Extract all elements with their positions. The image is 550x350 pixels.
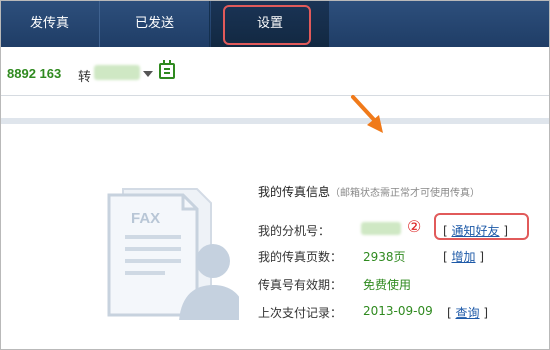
fax-number: 8892 163 — [7, 66, 62, 81]
add-link-wrap: [ 增加 ] — [443, 250, 485, 264]
fax-settings-window: 发传真 已发送 设置 ① 8892 163 转 FAX 我的传真信息（邮箱 — [0, 0, 550, 350]
tab-sent[interactable]: 已发送 — [99, 1, 210, 47]
arrow-icon — [351, 95, 383, 133]
divider — [1, 95, 549, 96]
extension-value-blurred — [361, 222, 401, 235]
tab-send-fax[interactable]: 发传真 — [1, 1, 98, 47]
pages-label: 我的传真页数： — [258, 250, 343, 264]
info-title: 我的传真信息 — [258, 185, 331, 199]
last-payment-value: 2013-09-09 — [363, 304, 433, 318]
validity-value: 免费使用 — [363, 278, 412, 292]
transfer-label: 转 — [78, 70, 92, 85]
last-payment-label: 上次支付记录： — [258, 306, 343, 320]
calendar-icon[interactable] — [159, 60, 175, 79]
validity-label: 传真号有效期： — [258, 278, 343, 292]
notify-friend-link[interactable]: 通知好友 — [452, 224, 500, 238]
query-link[interactable]: 查询 — [456, 306, 480, 320]
divider-band — [1, 118, 549, 124]
fax-number-row: 8892 163 转 — [1, 47, 549, 95]
pages-value: 2938页 — [363, 250, 406, 264]
info-panel-title: 我的传真信息（邮箱状态需正常才可使用传真） — [258, 183, 480, 200]
notify-friend-link-wrap: [ 通知好友 ] — [443, 224, 509, 238]
add-link[interactable]: 增加 — [452, 250, 476, 264]
fax-doc-label: FAX — [131, 210, 160, 227]
settings-tab-highlight — [223, 5, 311, 45]
dropdown-arrow-icon[interactable] — [143, 71, 153, 77]
step-2-marker: ② — [407, 217, 422, 236]
info-note: （邮箱状态需正常才可使用传真） — [330, 188, 481, 199]
query-link-wrap: [ 查询 ] — [447, 306, 489, 320]
fax-document-icon: FAX — [107, 188, 239, 320]
extension-label: 我的分机号： — [258, 224, 331, 238]
extension-blurred — [94, 65, 140, 80]
